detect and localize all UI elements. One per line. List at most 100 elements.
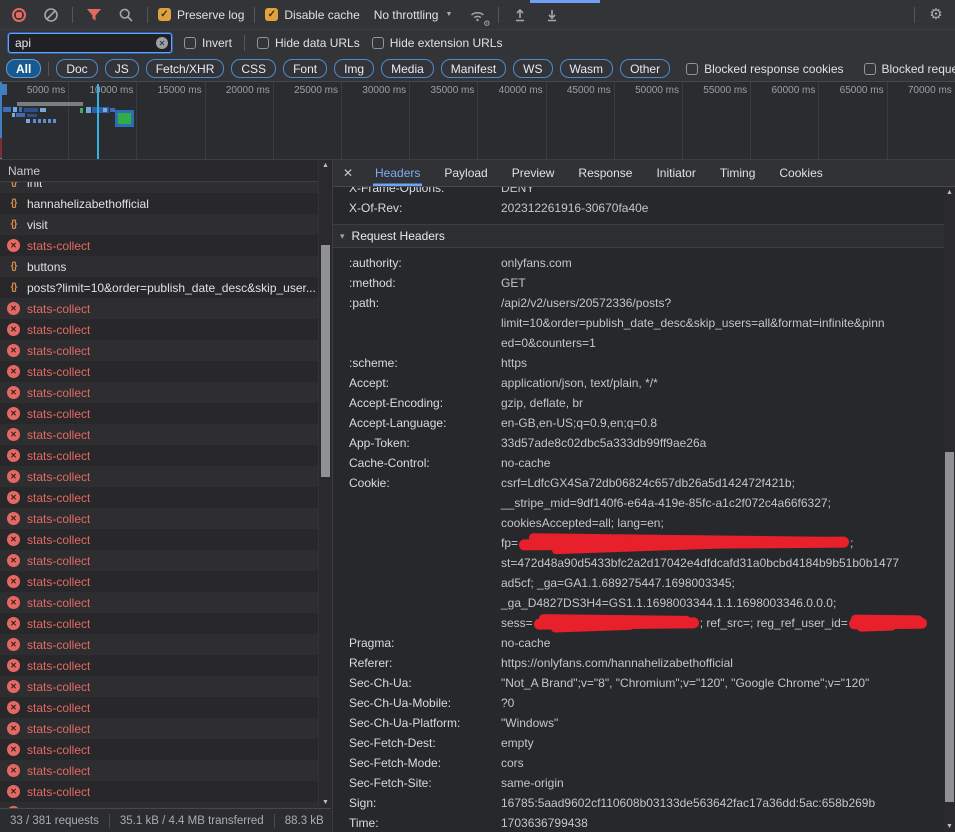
request-row[interactable]: ✕stats-collect [0, 760, 318, 781]
checkbox-blocked-requests[interactable]: Blocked requests [864, 62, 955, 76]
clear-input-icon[interactable]: ✕ [156, 37, 168, 49]
preserve-log-checkbox[interactable]: ✓ Preserve log [158, 8, 244, 22]
network-overview[interactable]: 5000 ms10000 ms15000 ms20000 ms25000 ms3… [0, 82, 955, 160]
header-value-line: _ga_D4827DS3H4=GS1.1.1698003344.1.1.1698… [501, 593, 944, 613]
error-icon: ✕ [7, 533, 20, 546]
header-row: Sec-Ch-Ua:"Not_A Brand";v="8", "Chromium… [333, 673, 944, 693]
checkbox-unchecked-icon [257, 37, 269, 49]
request-row[interactable]: ✕stats-collect [0, 634, 318, 655]
scroll-down-icon[interactable]: ▼ [944, 821, 955, 832]
hide-extension-urls-checkbox[interactable]: Hide extension URLs [372, 36, 503, 50]
filter-chip-fetch-xhr[interactable]: Fetch/XHR [146, 59, 225, 78]
request-name: visit [27, 218, 48, 232]
error-icon: ✕ [7, 491, 20, 504]
filter-chip-img[interactable]: Img [334, 59, 374, 78]
request-row[interactable]: ✕stats-collect [0, 739, 318, 760]
request-row[interactable]: ✕stats-collect [0, 655, 318, 676]
request-row[interactable]: ✕stats-collect [0, 235, 318, 256]
filter-chip-wasm[interactable]: Wasm [560, 59, 614, 78]
scroll-up-icon[interactable]: ▲ [944, 187, 955, 198]
record-button[interactable] [8, 4, 30, 26]
request-row[interactable]: ✕stats-collect [0, 781, 318, 802]
request-row[interactable]: {}posts?limit=10&order=publish_date_desc… [0, 277, 318, 298]
tab-headers[interactable]: Headers [373, 160, 422, 186]
filter-button[interactable] [83, 4, 105, 26]
request-row[interactable]: ✕stats-collect [0, 676, 318, 697]
request-row[interactable]: ✕stats-collect [0, 382, 318, 403]
request-row[interactable]: ✕stats-collect [0, 340, 318, 361]
hide-data-urls-checkbox[interactable]: Hide data URLs [257, 36, 360, 50]
network-conditions-button[interactable]: ⚙ [466, 4, 488, 26]
request-row[interactable]: ✕stats-collect [0, 424, 318, 445]
header-name: Sec-Fetch-Dest: [333, 733, 501, 753]
scroll-down-icon[interactable]: ▼ [319, 797, 331, 808]
overview-tick-label: 15000 ms [133, 85, 202, 96]
filter-chip-font[interactable]: Font [283, 59, 327, 78]
request-row[interactable]: ✕stats-collect [0, 718, 318, 739]
filter-chip-css[interactable]: CSS [231, 59, 276, 78]
disable-cache-checkbox[interactable]: ✓ Disable cache [265, 8, 359, 22]
type-chips: All Doc JS Fetch/XHR CSS Font Img Media Manifest… [6, 59, 670, 78]
filter-chip-doc[interactable]: Doc [56, 59, 97, 78]
request-row[interactable]: ✕stats-collect [0, 487, 318, 508]
error-icon: ✕ [7, 386, 20, 399]
request-row[interactable]: ✕stats-collect [0, 613, 318, 634]
checkbox-blocked-response-cookies[interactable]: Blocked response cookies [686, 62, 843, 76]
settings-button[interactable]: ⚙ [925, 4, 947, 26]
filter-chip-other[interactable]: Other [620, 59, 670, 78]
tab-timing[interactable]: Timing [718, 160, 758, 186]
details-scrollbar[interactable]: ▲ ▼ [944, 187, 955, 832]
separator [244, 35, 245, 51]
close-details-button[interactable]: ✕ [333, 160, 363, 186]
filter-input[interactable] [8, 33, 172, 53]
request-row[interactable]: {}init [0, 182, 318, 193]
scroll-up-icon[interactable]: ▲ [319, 160, 331, 171]
waterfall-bar [33, 119, 36, 123]
filter-chip-media[interactable]: Media [381, 59, 434, 78]
request-row[interactable]: ✕stats-collect [0, 361, 318, 382]
request-headers-section-header[interactable]: ▾ Request Headers [333, 224, 944, 248]
invert-checkbox[interactable]: Invert [184, 36, 232, 50]
request-row[interactable]: {}hannahelizabethofficial [0, 193, 318, 214]
error-icon: ✕ [7, 722, 20, 735]
tab-payload[interactable]: Payload [442, 160, 489, 186]
request-row[interactable]: ✕stats-collect [0, 529, 318, 550]
name-column-header[interactable]: Name [0, 160, 318, 182]
scrollbar-thumb[interactable] [321, 245, 330, 477]
request-row[interactable]: ✕stats-collect [0, 445, 318, 466]
section-title: Request Headers [352, 229, 445, 243]
search-button[interactable] [115, 4, 137, 26]
request-row[interactable]: ✕stats-collect [0, 319, 318, 340]
header-name: Accept-Language: [333, 413, 501, 433]
export-har-button[interactable] [541, 4, 563, 26]
request-row[interactable]: ✕stats-collect [0, 550, 318, 571]
clear-button[interactable] [40, 4, 62, 26]
tab-initiator[interactable]: Initiator [654, 160, 697, 186]
request-row[interactable]: {}buttons [0, 256, 318, 277]
header-name: X-Of-Rev: [333, 198, 501, 218]
request-row[interactable]: ✕stats-collect [0, 571, 318, 592]
request-row[interactable]: ✕stats-collect [0, 403, 318, 424]
request-row[interactable]: ✕stats-collect [0, 508, 318, 529]
header-value: "Not_A Brand";v="8", "Chromium";v="120",… [501, 673, 944, 693]
disable-cache-label: Disable cache [284, 8, 359, 22]
filter-chip-js[interactable]: JS [105, 59, 139, 78]
filter-chip-ws[interactable]: WS [513, 59, 552, 78]
request-name: stats-collect [27, 302, 90, 316]
tab-preview[interactable]: Preview [510, 160, 557, 186]
request-row[interactable]: {}visit [0, 214, 318, 235]
scrollbar-thumb[interactable] [945, 452, 954, 802]
import-har-button[interactable] [509, 4, 531, 26]
filter-chip-manifest[interactable]: Manifest [441, 59, 506, 78]
requests-scrollbar[interactable]: ▲ ▼ [318, 160, 331, 808]
request-row[interactable]: ✕stats-collect [0, 697, 318, 718]
header-row: X-Frame-Options:DENY [333, 187, 944, 198]
request-row[interactable]: ✕stats-collect [0, 298, 318, 319]
request-row[interactable]: ✕stats-collect [0, 592, 318, 613]
throttling-select[interactable]: No throttling ▼ [370, 8, 457, 22]
header-value-line: 16785:5aad9602cf110608b03133de563642fac1… [501, 793, 944, 813]
tab-response[interactable]: Response [576, 160, 634, 186]
filter-chip-all[interactable]: All [6, 59, 41, 78]
tab-cookies[interactable]: Cookies [777, 160, 824, 186]
request-row[interactable]: ✕stats-collect [0, 466, 318, 487]
